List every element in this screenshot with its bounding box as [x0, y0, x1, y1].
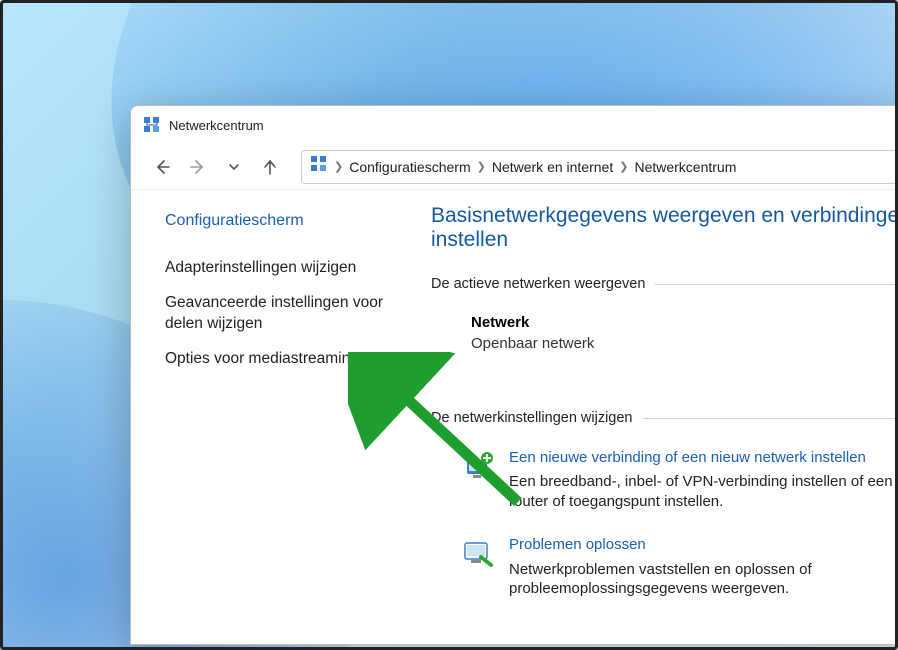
divider [643, 418, 898, 419]
task-sub: Netwerkproblemen vaststellen en oplossen… [509, 560, 898, 599]
titlebar[interactable]: Netwerkcentrum [131, 106, 898, 144]
navbar: ❯ Configuratiescherm ❯ Netwerk en intern… [131, 144, 898, 190]
task-sub: Een breedband-, inbel- of VPN-verbinding… [509, 472, 898, 511]
forward-button[interactable] [181, 151, 215, 183]
task-link-new-connection[interactable]: Een nieuwe verbinding of een nieuw netwe… [509, 448, 898, 468]
sidebar-heading[interactable]: Configuratiescherm [165, 212, 431, 230]
network-name: Netwerk [471, 314, 898, 331]
task-troubleshoot: Problemen oplossen Netwerkproblemen vast… [461, 535, 898, 598]
window-title: Netwerkcentrum [169, 118, 264, 133]
control-panel-window: Netwerkcentrum ❯ Configuratiescherm [130, 105, 898, 645]
troubleshoot-icon [461, 537, 495, 569]
window-body: Configuratiescherm Adapterinstellingen w… [131, 190, 898, 644]
back-button[interactable] [145, 151, 179, 183]
section-active-networks: De actieve netwerken weergeven [431, 276, 898, 292]
address-bar[interactable]: ❯ Configuratiescherm ❯ Netwerk en intern… [301, 150, 898, 184]
desktop-background: Netwerkcentrum ❯ Configuratiescherm [0, 0, 898, 650]
sidebar-link-advanced-sharing[interactable]: Geavanceerde instellingen voor delen wij… [165, 293, 405, 335]
up-button[interactable] [253, 151, 287, 183]
section-label-text: De netwerkinstellingen wijzigen [431, 410, 633, 426]
network-center-icon [143, 116, 161, 134]
section-change-settings: De netwerkinstellingen wijzigen [431, 410, 898, 426]
network-type: Openbaar netwerk [471, 335, 898, 352]
recent-locations-button[interactable] [217, 151, 251, 183]
chevron-right-icon[interactable]: ❯ [334, 160, 343, 173]
content-area: Basisnetwerkgegevens weergeven en verbin… [431, 190, 898, 644]
breadcrumb-item[interactable]: Netwerk en internet [492, 159, 613, 175]
task-link-troubleshoot[interactable]: Problemen oplossen [509, 535, 898, 555]
page-heading: Basisnetwerkgegevens weergeven en verbin… [431, 204, 898, 252]
chevron-right-icon[interactable]: ❯ [477, 160, 486, 173]
new-connection-icon [461, 450, 495, 482]
active-network-block: Netwerk Openbaar netwerk [471, 314, 898, 352]
breadcrumb-item[interactable]: Netwerkcentrum [634, 159, 736, 175]
chevron-right-icon[interactable]: ❯ [619, 160, 628, 173]
network-center-icon [310, 155, 328, 178]
breadcrumb-item[interactable]: Configuratiescherm [349, 159, 470, 175]
divider [655, 284, 898, 285]
section-label-text: De actieve netwerken weergeven [431, 276, 645, 292]
sidebar: Configuratiescherm Adapterinstellingen w… [131, 190, 431, 644]
task-new-connection: Een nieuwe verbinding of een nieuw netwe… [461, 448, 898, 511]
sidebar-link-adapter-settings[interactable]: Adapterinstellingen wijzigen [165, 258, 405, 279]
sidebar-link-media-streaming[interactable]: Opties voor mediastreaming [165, 349, 405, 370]
